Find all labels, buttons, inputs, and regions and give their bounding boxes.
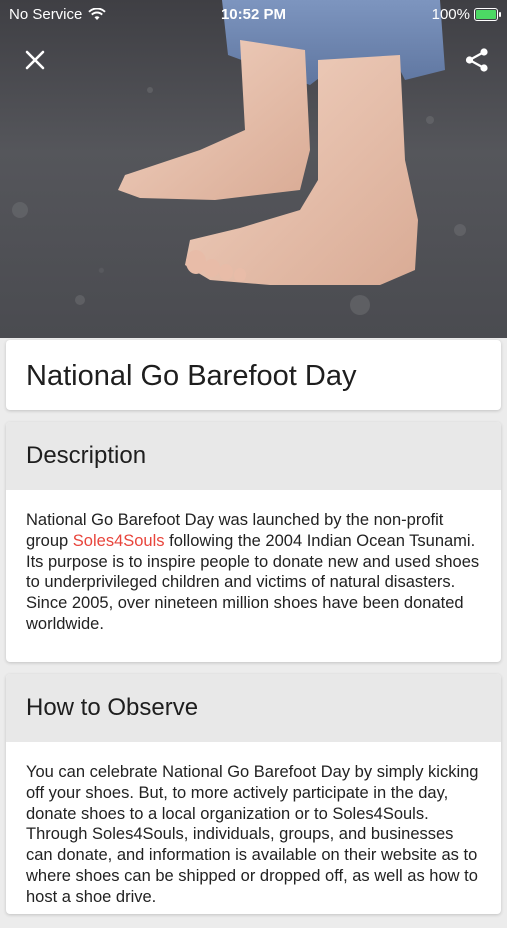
page-title: National Go Barefoot Day: [26, 360, 357, 392]
description-card: Description National Go Barefoot Day was…: [6, 422, 501, 662]
description-header: Description: [6, 422, 501, 490]
close-icon: [25, 50, 45, 70]
description-body: National Go Barefoot Day was launched by…: [6, 490, 501, 655]
hero-image: [0, 0, 507, 338]
status-bar: No Service 10:52 PM 100%: [0, 0, 507, 28]
barefoot-photo: [12, 0, 466, 315]
close-button[interactable]: [17, 42, 53, 78]
how-to-observe-header: How to Observe: [6, 674, 501, 742]
share-icon: [465, 48, 488, 72]
battery-icon: [474, 8, 501, 21]
description-heading: Description: [26, 442, 147, 469]
soles4souls-link[interactable]: Soles4Souls: [73, 532, 165, 550]
title-card: National Go Barefoot Day: [6, 340, 501, 410]
how-to-observe-heading: How to Observe: [26, 694, 199, 721]
battery-percent: 100%: [431, 6, 470, 23]
share-button[interactable]: [459, 42, 495, 78]
how-to-observe-card: How to Observe You can celebrate Nationa…: [6, 674, 501, 914]
